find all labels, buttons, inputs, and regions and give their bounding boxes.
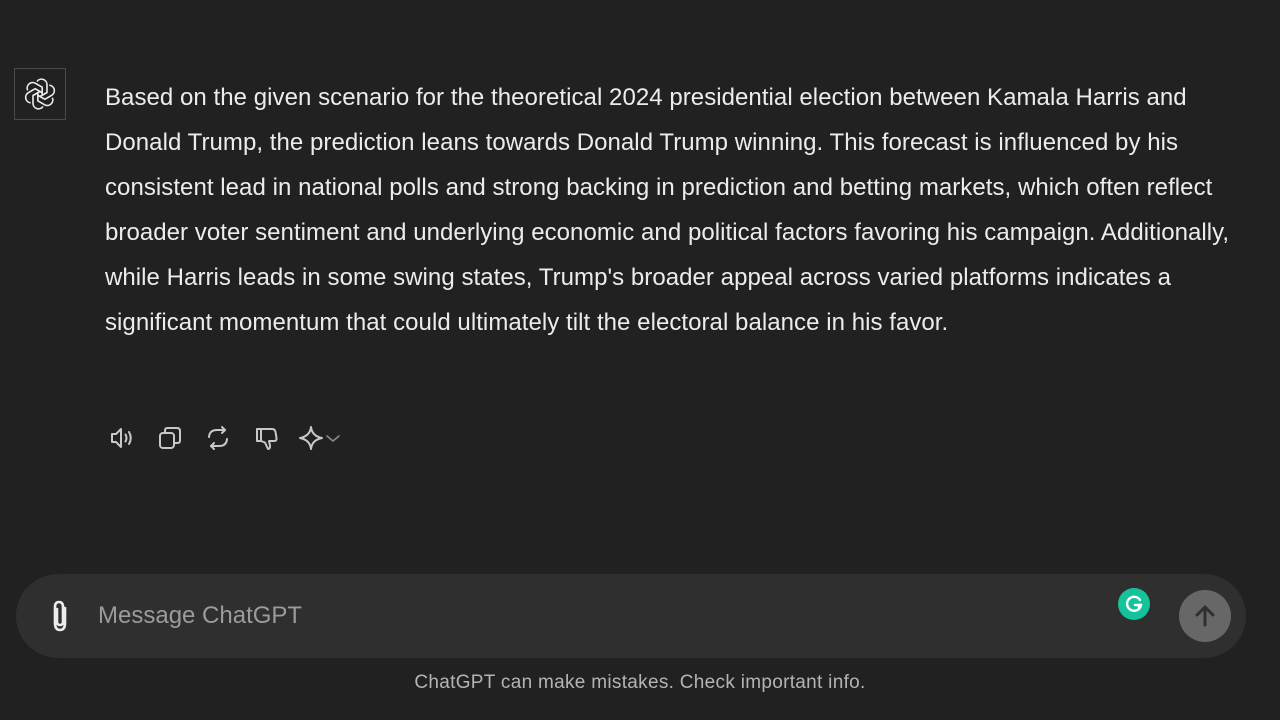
speaker-icon xyxy=(111,428,132,448)
assistant-message-text: Based on the given scenario for the theo… xyxy=(105,84,1230,336)
sparkle-icon xyxy=(299,426,323,450)
message-action-bar xyxy=(106,422,366,454)
message-composer xyxy=(16,574,1246,658)
grammarly-button[interactable] xyxy=(1118,588,1150,620)
assistant-avatar xyxy=(14,68,66,120)
thumbs-down-icon xyxy=(256,428,278,450)
chevron-down-icon xyxy=(326,435,340,442)
send-button[interactable] xyxy=(1179,590,1231,642)
openai-logo-icon xyxy=(24,78,56,110)
copy-button[interactable] xyxy=(154,422,186,454)
switch-model-button[interactable] xyxy=(298,422,350,454)
message-input[interactable] xyxy=(98,594,1078,638)
disclaimer-text: ChatGPT can make mistakes. Check importa… xyxy=(414,672,866,693)
attach-button[interactable] xyxy=(44,596,76,636)
regenerate-icon xyxy=(208,426,228,450)
copy-icon xyxy=(159,427,181,449)
grammarly-icon xyxy=(1125,595,1143,612)
regenerate-button[interactable] xyxy=(202,422,234,454)
arrow-up-icon xyxy=(1195,605,1215,627)
paperclip-icon xyxy=(53,600,67,632)
read-aloud-button[interactable] xyxy=(106,422,138,454)
bad-response-button[interactable] xyxy=(250,422,282,454)
chat-page: Based on the given scenario for the theo… xyxy=(0,0,1280,720)
